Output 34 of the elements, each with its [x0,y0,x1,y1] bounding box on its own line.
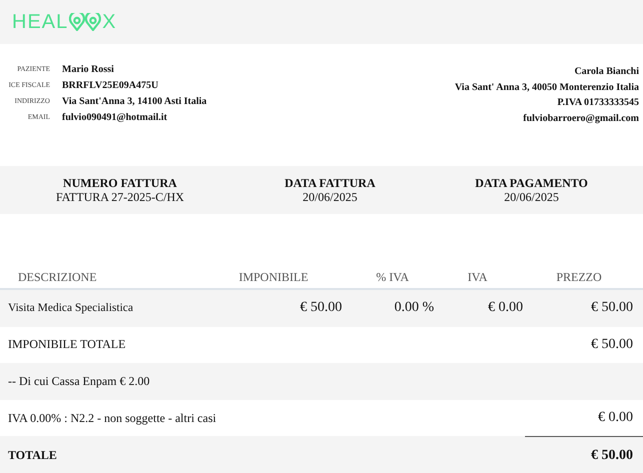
table-cell-text: € 50.00 [299,300,343,316]
doctor-info: Carola Bianchi [574,65,639,79]
table-cell-text: Visita Medica Specialistica [7,302,134,314]
table-cell-text: -- Di cui Cassa Enpam € 2.00 [7,374,151,389]
logo-text: X [102,10,117,34]
info-value: FATTURA 27-2025-C/HX [56,190,184,204]
table-cell-text: € 0.00 [487,300,524,316]
info-value: 20/06/2025 [302,190,358,204]
column-header: PREZZO [555,270,603,284]
table-cell-text: IVA 0.00% : N2.2 - non soggette - altri casi [7,410,218,426]
logo-text: HEAL [12,10,68,34]
table-cell-text: 0.00 % [393,300,435,316]
table-cell-text: TOTALE [7,448,58,463]
field-value: Mario Rossi [62,63,115,77]
table-cell: € 50.00 [525,436,643,473]
table-cell-text: € 0.00 [597,410,634,426]
table-cell-text: IMPONIBILE TOTALE [7,337,127,352]
column-header: IMPONIBILE [238,270,310,284]
column-header: DESCRIZIONE [17,270,98,284]
info-label: DATA FATTURA [284,176,376,190]
table-cell-text: € 50.00 [590,300,634,316]
column-header: IVA [466,270,488,284]
doctor-info: P.IVA 01733333545 [557,96,639,110]
info-value: 20/06/2025 [504,190,559,204]
field-value: BRRFLV25E09A475U [62,79,160,93]
field-value: fulvio090491@hotmail.it [62,111,168,125]
column-header: % IVA [375,270,410,284]
info-label: NUMERO FATTURA [63,176,177,190]
doctor-info: Via Sant' Anna 3, 40050 Monterenzio Italia [454,80,639,94]
pin-icon [69,13,102,31]
doctor-info: fulviobarroero@gmail.com [523,112,639,126]
info-label: DATA PAGAMENTO [475,176,588,190]
table-cell-text: € 50.00 [590,336,634,353]
field-value: Via Sant'Anna 3, 14100 Asti Italia [62,95,207,109]
